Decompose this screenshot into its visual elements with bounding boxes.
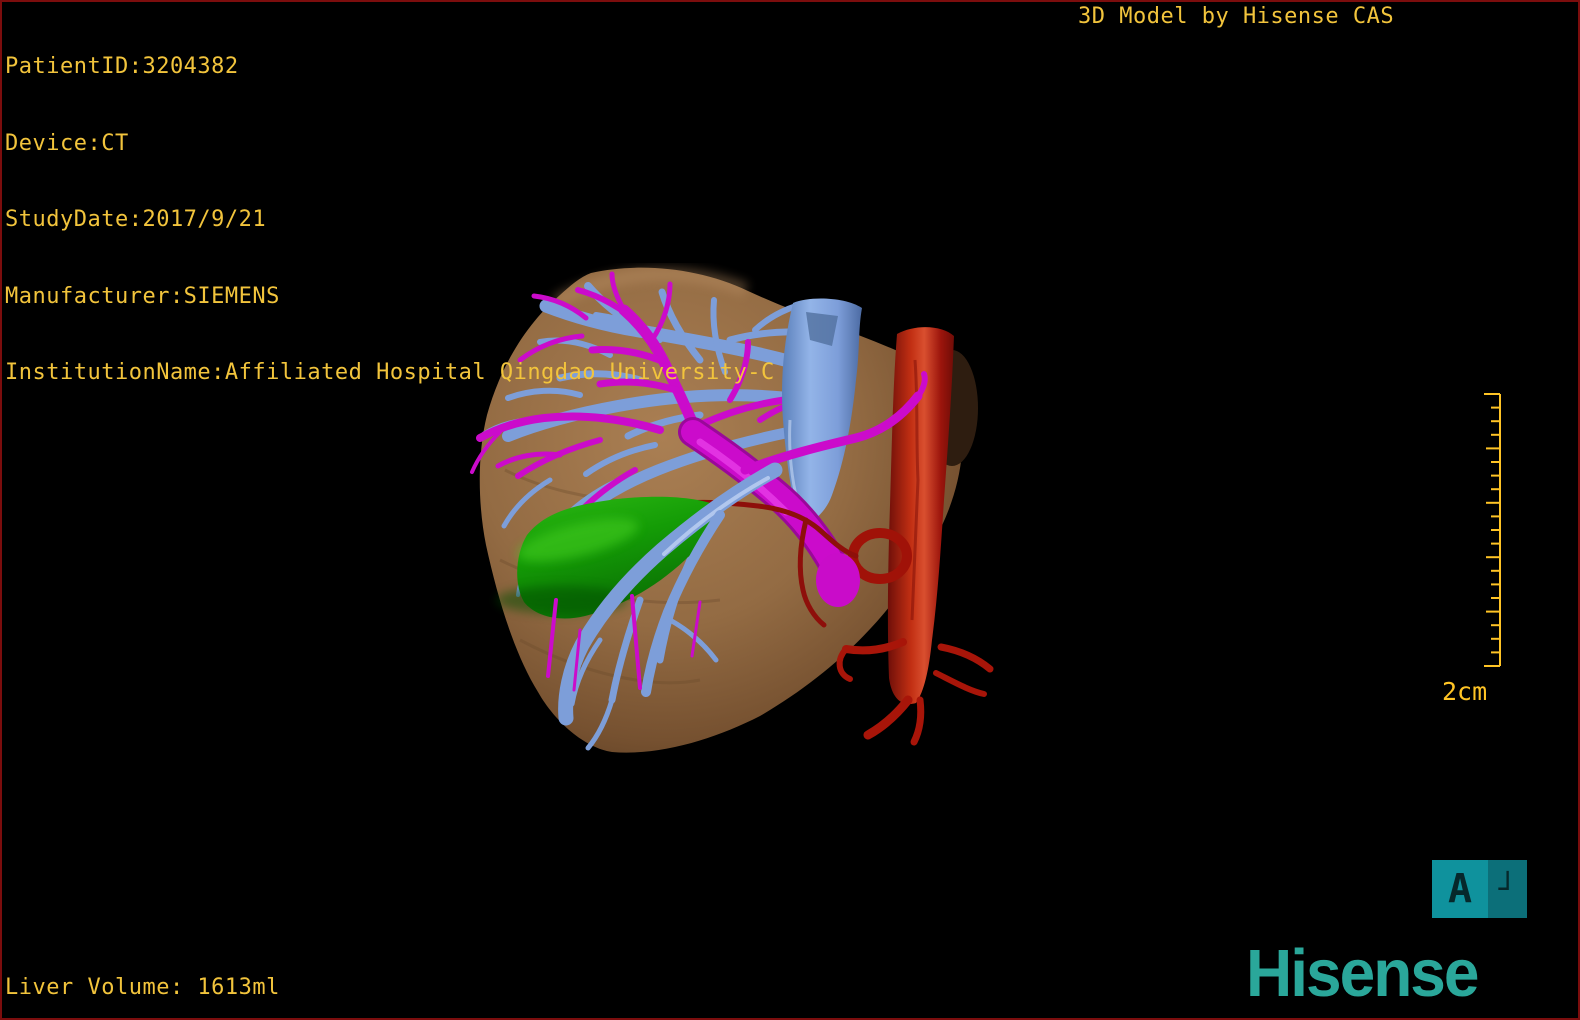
study-date-line: StudyDate:2017/9/21	[5, 207, 267, 232]
manufacturer-line: Manufacturer:SIEMENS	[5, 283, 280, 309]
cas-3d-viewer-window: PatientID:3204382 Device:CT StudyDate:20…	[0, 0, 1580, 1020]
orientation-corner-icon: ┘	[1488, 860, 1527, 918]
scale-label: 2cm	[1442, 677, 1487, 706]
device-line: Device:CT	[5, 130, 129, 156]
patient-info-overlay: PatientID:3204382 Device:CT StudyDate:20…	[5, 3, 775, 437]
scale-ruler: 2cm	[1442, 393, 1501, 706]
liver-volume-readout: Liver Volume: 1613ml	[5, 975, 280, 1000]
orientation-letter: A	[1432, 860, 1488, 918]
institution-line: InstitutionName:Affiliated Hospital Qing…	[5, 360, 775, 385]
hisense-logo: Hisense	[1246, 935, 1479, 1011]
orientation-marker[interactable]: A ┘	[1432, 860, 1527, 918]
model-title: 3D Model by Hisense CAS	[1078, 4, 1395, 29]
patient-id-line: PatientID:3204382	[5, 54, 239, 79]
